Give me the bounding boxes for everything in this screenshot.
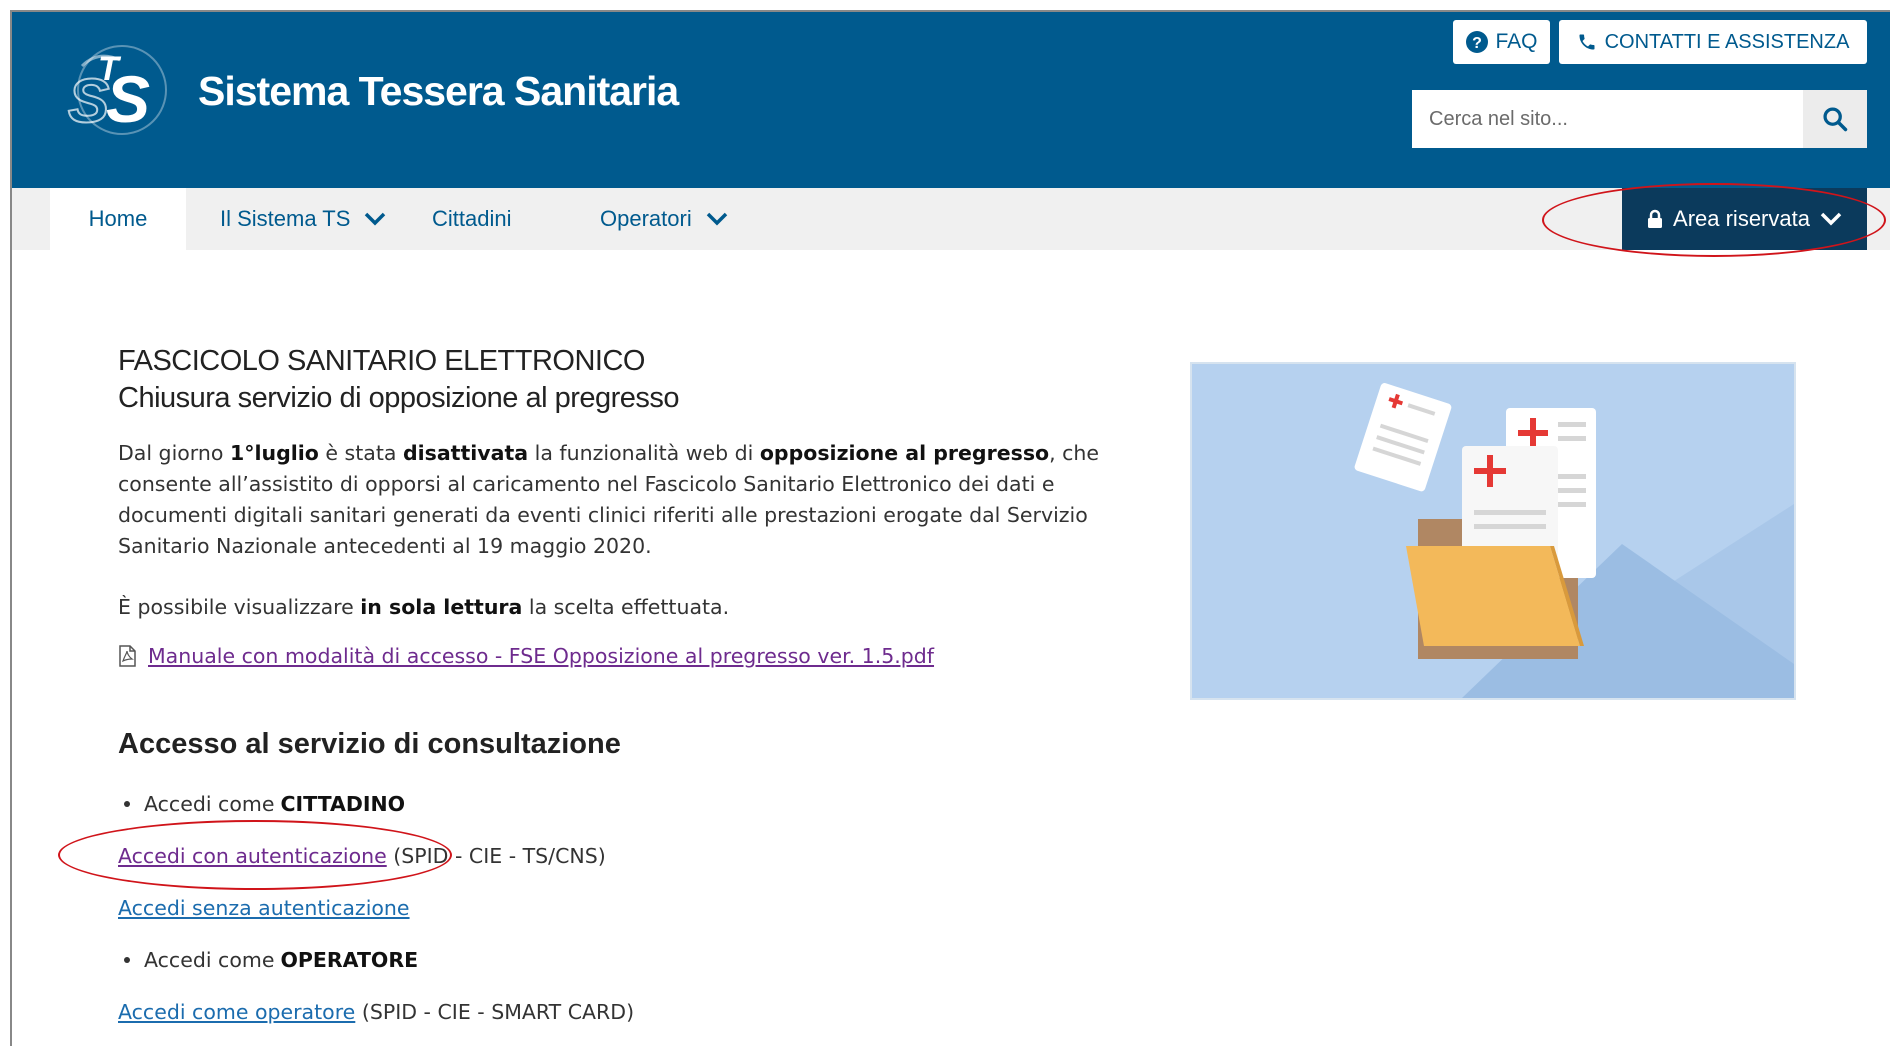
chevron-down-icon	[1820, 212, 1842, 226]
operator-access-item: Accedi come OPERATORE	[118, 948, 418, 972]
nav-item-cittadini[interactable]: Cittadini	[432, 188, 511, 250]
nav-item-il-sistema-ts[interactable]: Il Sistema TS	[220, 188, 386, 250]
accedi-come-operatore-link[interactable]: Accedi come operatore	[118, 1000, 355, 1024]
page-subtitle: Chiusura servizio di opposizione al preg…	[118, 382, 680, 414]
folder-documents-image	[1192, 364, 1794, 698]
accedi-con-autenticazione-link[interactable]: Accedi con autenticazione	[118, 844, 387, 868]
search-box	[1412, 90, 1867, 148]
faq-button[interactable]: ? FAQ	[1453, 20, 1550, 64]
nav-item-label: Cittadini	[432, 206, 512, 231]
svg-text:T: T	[98, 50, 122, 88]
lock-icon	[1648, 209, 1663, 228]
chevron-down-icon	[365, 212, 386, 226]
accedi-senza-autenticazione-link[interactable]: Accedi senza autenticazione	[118, 896, 410, 920]
svg-text:?: ?	[1473, 35, 1483, 52]
nav-item-label: Home	[88, 206, 148, 231]
faq-label: FAQ	[1495, 30, 1538, 53]
browser-page: S S T Sistema Tessera Sanitaria ? FAQ CO…	[10, 10, 1890, 1046]
area-riservata-label: Area riservata	[1673, 206, 1810, 231]
operator-auth-methods: (SPID - CIE - SMART CARD)	[361, 1000, 635, 1024]
operator-auth-row: Accedi come operatore (SPID - CIE - SMAR…	[118, 1000, 634, 1024]
main-navigation: Home Il Sistema TS Cittadini Operatori A…	[12, 188, 1890, 250]
nav-item-home[interactable]: Home	[50, 188, 186, 250]
help-circle-icon: ?	[1466, 31, 1489, 53]
chevron-down-icon	[706, 212, 727, 226]
citizen-access-item: Accedi come CITTADINO	[118, 792, 405, 816]
contact-label: CONTATTI E ASSISTENZA	[1604, 30, 1850, 53]
manual-pdf-link[interactable]: Manuale con modalità di accesso - FSE Op…	[148, 644, 934, 668]
pdf-file-icon	[119, 645, 136, 667]
phone-icon	[1579, 34, 1595, 50]
medical-folder-illustration	[1190, 362, 1796, 700]
search-icon	[1823, 107, 1848, 132]
citizen-noauth-row: Accedi senza autenticazione	[118, 896, 410, 920]
site-title[interactable]: Sistema Tessera Sanitaria	[198, 68, 679, 115]
sts-logo[interactable]: S S T	[62, 40, 194, 140]
contact-assistance-button[interactable]: CONTATTI E ASSISTENZA	[1559, 20, 1867, 64]
page-title: FASCICOLO SANITARIO ELETTRONICO	[118, 345, 646, 377]
nav-item-operatori[interactable]: Operatori	[600, 188, 728, 250]
bullet-dot	[124, 957, 130, 963]
intro-paragraph: Dal giorno 1°luglio è stata disattivata …	[118, 441, 1100, 558]
citizen-auth-row: Accedi con autenticazione (SPID - CIE - …	[118, 844, 606, 868]
nav-item-label: Operatori	[600, 206, 692, 231]
citizen-auth-methods: (SPID - CIE - TS/CNS)	[393, 844, 606, 868]
area-riservata-button[interactable]: Area riservata	[1622, 188, 1867, 250]
search-input[interactable]	[1412, 90, 1800, 148]
bullet-dot	[124, 801, 130, 807]
read-only-paragraph: È possibile visualizzare in sola lettura…	[118, 595, 730, 619]
section-title-consultazione: Accesso al servizio di consultazione	[118, 728, 621, 760]
nav-item-label: Il Sistema TS	[220, 206, 351, 231]
search-button[interactable]	[1803, 90, 1867, 148]
site-header: S S T Sistema Tessera Sanitaria ? FAQ CO…	[12, 12, 1890, 188]
manual-download: Manuale con modalità di accesso - FSE Op…	[118, 644, 934, 668]
